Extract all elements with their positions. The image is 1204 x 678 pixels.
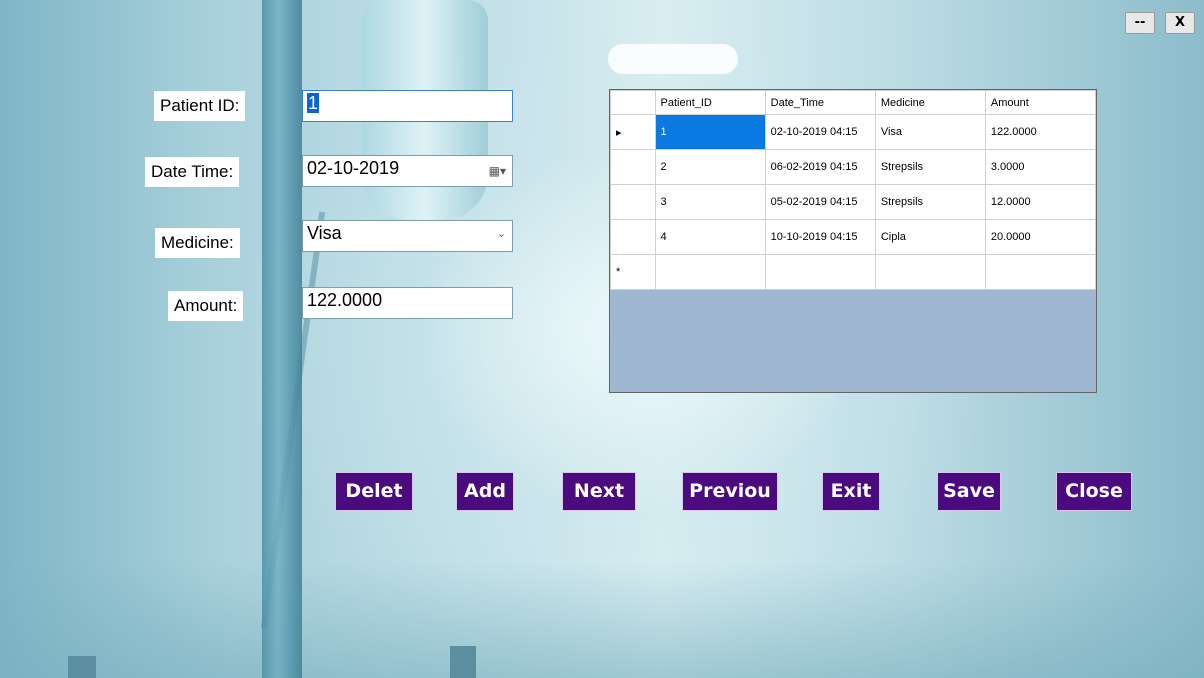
table-cell[interactable]: 12.0000 <box>984 184 1096 220</box>
medicine-value: Visa <box>307 223 342 243</box>
table-cell[interactable]: 02-10-2019 04:15 <box>764 114 876 150</box>
table-cell[interactable]: 2 <box>654 149 766 185</box>
patient-id-value: 1 <box>307 93 320 113</box>
column-header[interactable]: Patient_ID <box>654 90 766 115</box>
new-table-row[interactable]: * <box>610 254 1096 290</box>
table-row[interactable]: 4 10-10-2019 04:15 Cipla 20.0000 <box>610 219 1096 255</box>
current-row-icon[interactable]: ▸ <box>610 114 656 150</box>
background-ceiling-light <box>608 44 738 74</box>
new-row-icon[interactable]: * <box>610 254 656 290</box>
previous-button[interactable]: Previou <box>682 472 778 511</box>
save-button[interactable]: Save <box>937 472 1001 511</box>
medicine-combobox[interactable]: Visa ⌄ <box>302 220 513 252</box>
calendar-icon[interactable]: ▦▾ <box>489 164 506 178</box>
table-cell[interactable]: Visa <box>874 114 986 150</box>
delete-button[interactable]: Delet <box>335 472 413 511</box>
column-header[interactable]: Amount <box>984 90 1096 115</box>
row-header-corner <box>610 90 656 115</box>
date-time-picker[interactable]: 02-10-2019 ▦▾ <box>302 155 513 187</box>
date-time-value: 02-10-2019 <box>307 158 400 178</box>
medicine-label: Medicine: <box>155 228 240 258</box>
table-cell[interactable]: 05-02-2019 04:15 <box>764 184 876 220</box>
amount-value: 122.0000 <box>307 290 383 310</box>
table-cell[interactable]: Cipla <box>874 219 986 255</box>
background-iv-pole <box>262 0 302 678</box>
patient-id-input[interactable]: 1 <box>302 90 513 122</box>
table-cell[interactable] <box>654 254 766 290</box>
patients-data-grid[interactable]: Patient_ID Date_Time Medicine Amount ▸ 1… <box>609 89 1097 393</box>
table-cell[interactable]: 06-02-2019 04:15 <box>764 149 876 185</box>
row-header[interactable] <box>610 219 656 255</box>
amount-input[interactable]: 122.0000 <box>302 287 513 319</box>
background-post <box>68 656 96 678</box>
table-cell[interactable]: 10-10-2019 04:15 <box>764 219 876 255</box>
table-cell[interactable] <box>984 254 1096 290</box>
table-cell[interactable] <box>764 254 876 290</box>
close-button[interactable]: Close <box>1056 472 1132 511</box>
table-row[interactable]: 3 05-02-2019 04:15 Strepsils 12.0000 <box>610 184 1096 220</box>
amount-label: Amount: <box>168 291 244 321</box>
column-header[interactable]: Date_Time <box>764 90 876 115</box>
background-post <box>450 646 476 678</box>
minimize-button[interactable]: -- <box>1125 12 1155 34</box>
patient-id-label: Patient ID: <box>154 91 246 121</box>
date-time-label: Date Time: <box>145 157 240 187</box>
table-cell[interactable]: 20.0000 <box>984 219 1096 255</box>
table-row[interactable]: 2 06-02-2019 04:15 Strepsils 3.0000 <box>610 149 1096 185</box>
table-cell[interactable]: 3.0000 <box>984 149 1096 185</box>
table-cell[interactable]: 1 <box>654 114 766 150</box>
table-cell[interactable]: 4 <box>654 219 766 255</box>
next-button[interactable]: Next <box>562 472 636 511</box>
column-header[interactable]: Medicine <box>874 90 986 115</box>
table-cell[interactable]: Strepsils <box>874 184 986 220</box>
row-header[interactable] <box>610 149 656 185</box>
chevron-down-icon[interactable]: ⌄ <box>497 227 506 240</box>
window-close-button[interactable]: X <box>1165 12 1195 34</box>
table-cell[interactable]: Strepsils <box>874 149 986 185</box>
table-row[interactable]: ▸ 1 02-10-2019 04:15 Visa 122.0000 <box>610 114 1096 150</box>
add-button[interactable]: Add <box>456 472 514 511</box>
row-header[interactable] <box>610 184 656 220</box>
background-floor <box>0 560 1204 678</box>
exit-button[interactable]: Exit <box>822 472 880 511</box>
table-cell[interactable]: 122.0000 <box>984 114 1096 150</box>
grid-header-row: Patient_ID Date_Time Medicine Amount <box>610 90 1096 115</box>
table-cell[interactable]: 3 <box>654 184 766 220</box>
table-cell[interactable] <box>874 254 986 290</box>
